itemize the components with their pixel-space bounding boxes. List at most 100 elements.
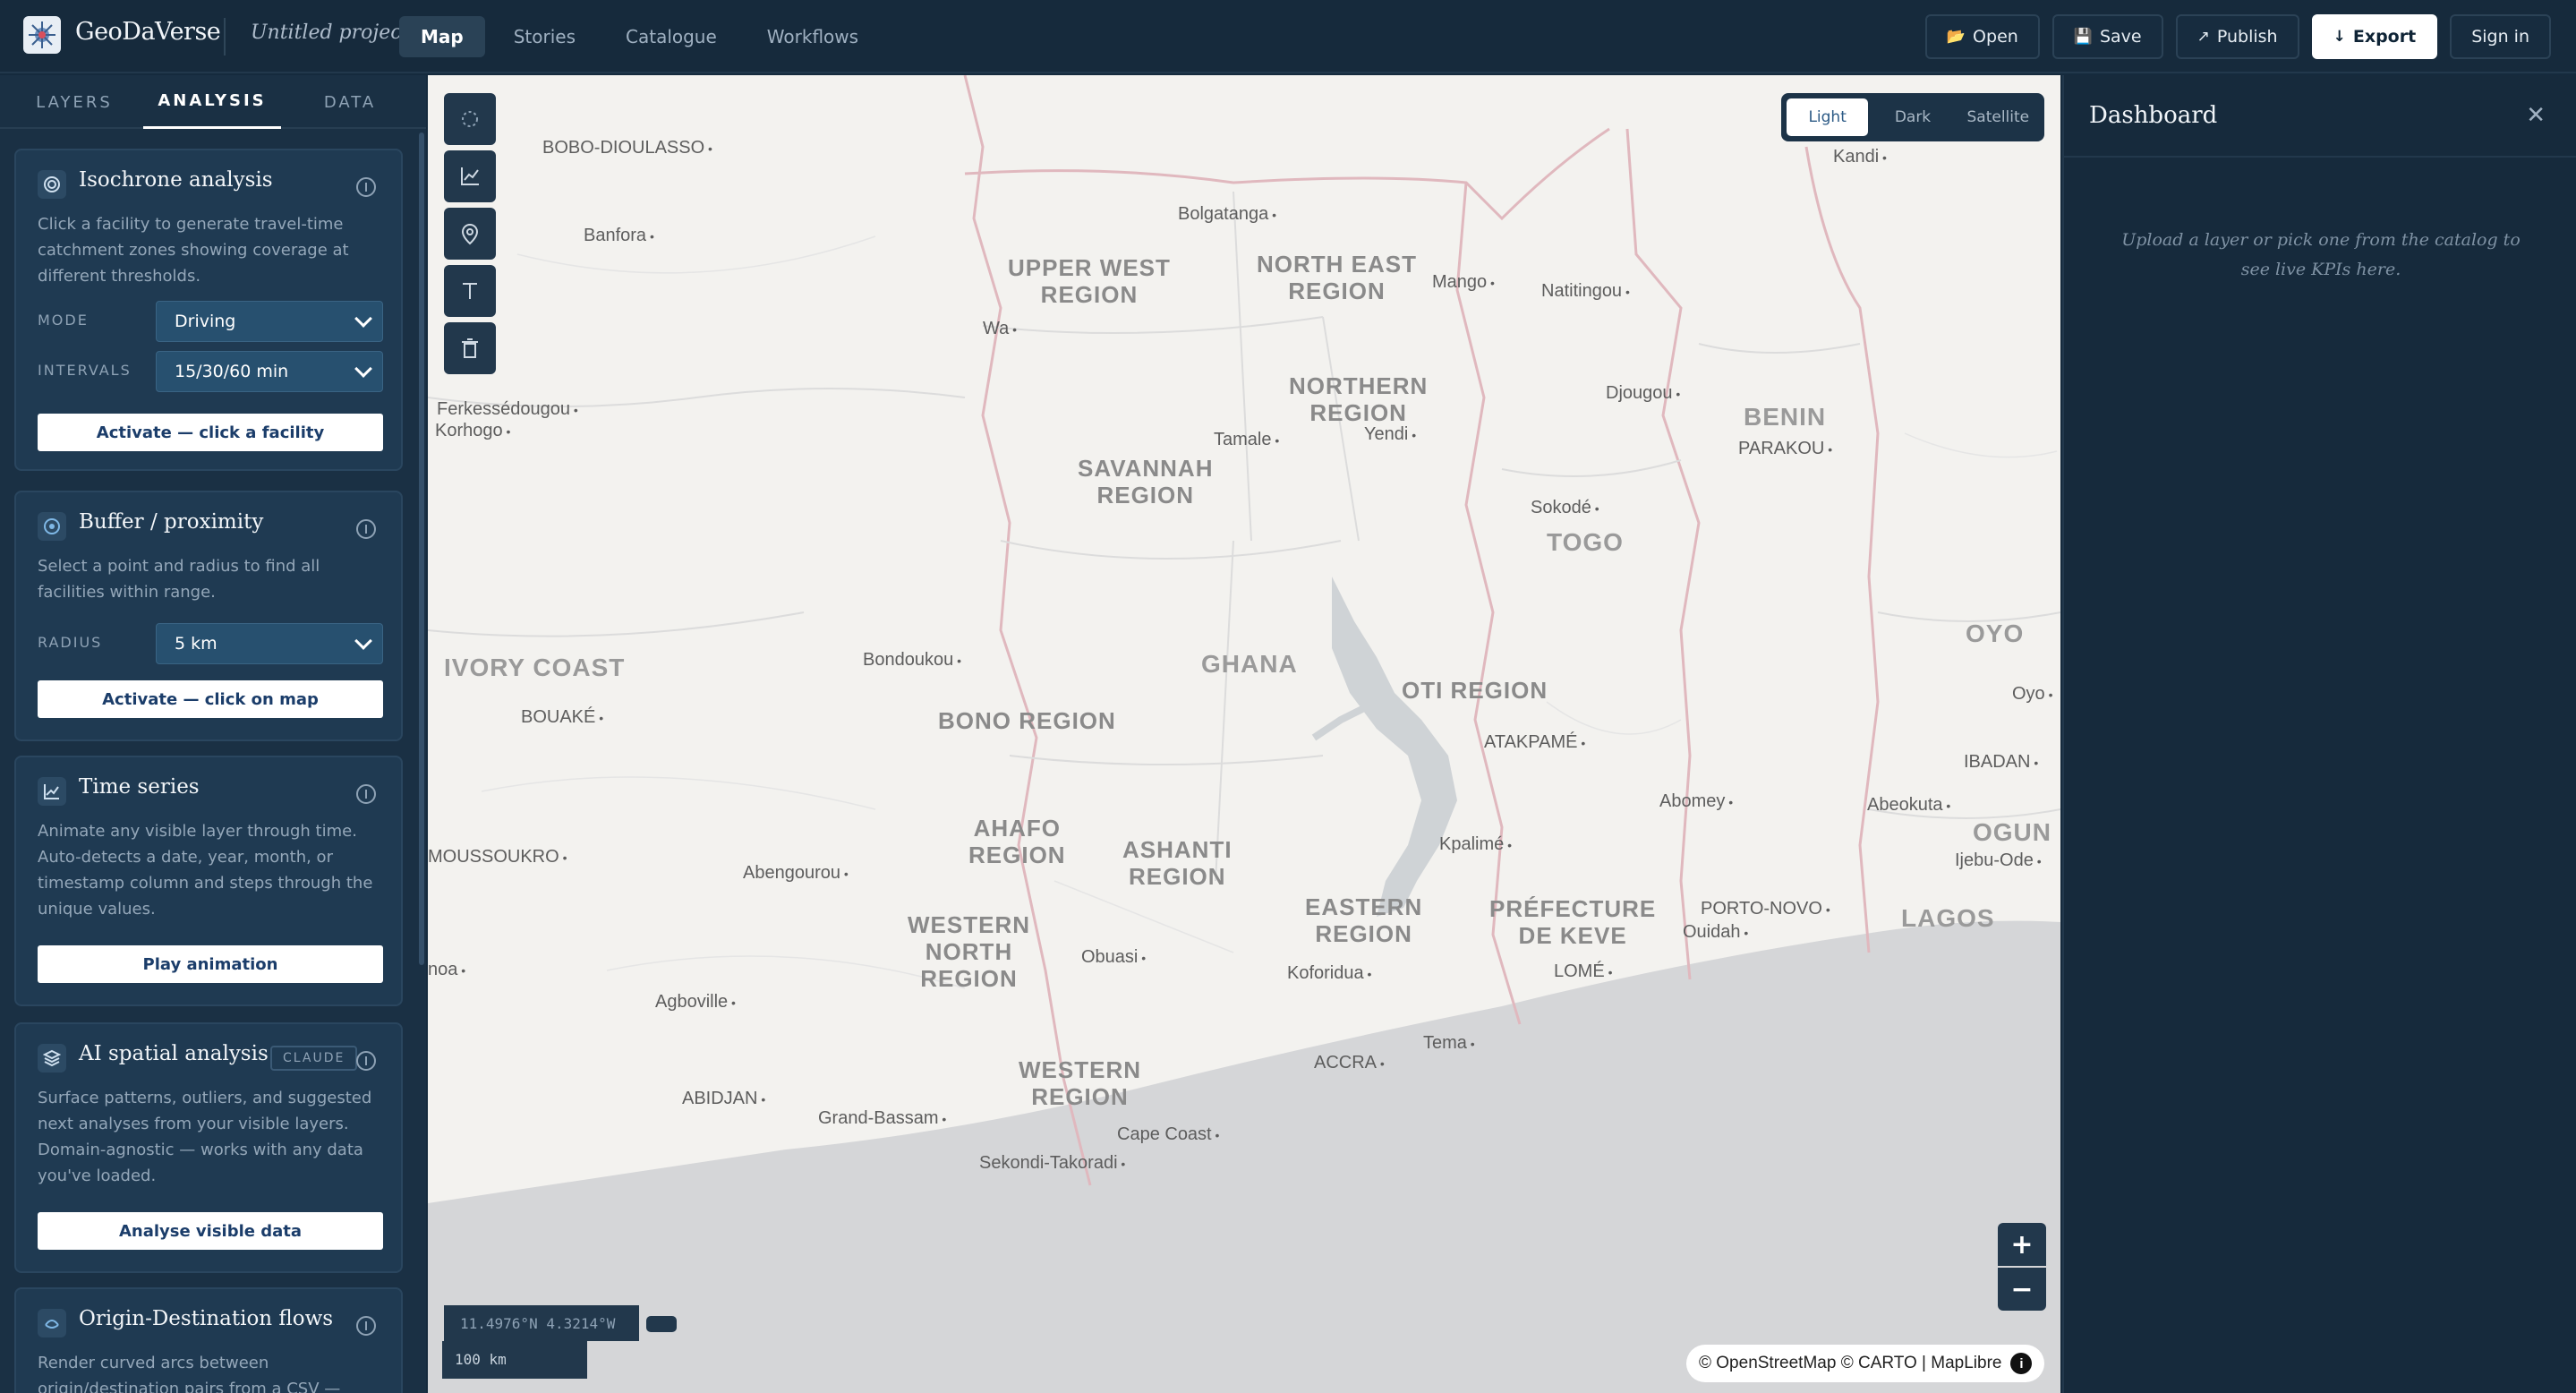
map-label: ATAKPAMÉ bbox=[1484, 732, 1585, 753]
chevron-down-icon bbox=[354, 632, 372, 650]
folder-icon: 📂 bbox=[1946, 28, 1966, 46]
project-title[interactable]: Untitled project bbox=[251, 21, 409, 44]
info-icon[interactable]: i bbox=[2010, 1353, 2033, 1374]
map-label: Agboville bbox=[655, 992, 736, 1013]
arc-icon bbox=[38, 1309, 66, 1337]
ai-analysis-card: AI spatial analysis CLAUDE Surface patte… bbox=[14, 1022, 403, 1273]
sign-in-button[interactable]: Sign in bbox=[2450, 14, 2551, 59]
basemap-layer bbox=[428, 75, 2060, 1393]
left-panel: LAYERS ANALYSIS DATA Isochrone analysis … bbox=[0, 75, 426, 1393]
dashboard-empty-state: Upload a layer or pick one from the cata… bbox=[2121, 230, 2521, 279]
app-name: GeoDaVerse bbox=[75, 18, 221, 46]
map-label: NORTHERN REGION bbox=[1289, 372, 1429, 426]
map-canvas[interactable]: BOBO-DIOULASSO Kandi Bolgatanga Banfora … bbox=[428, 75, 2060, 1393]
activate-isochrone-button[interactable]: Activate — click a facility bbox=[38, 414, 383, 451]
card-title: Origin-Destination flows bbox=[79, 1307, 334, 1330]
map-label: IVORY COAST bbox=[444, 654, 626, 681]
publish-button[interactable]: ↗ Publish bbox=[2175, 14, 2299, 59]
dashboard-panel: Dashboard ✕ Upload a layer or pick one f… bbox=[2062, 75, 2576, 1393]
basemap-satellite-option[interactable]: Satellite bbox=[1958, 98, 2039, 136]
basemap-light-option[interactable]: Light bbox=[1787, 98, 1869, 136]
main-nav: Map Stories Catalogue Workflows bbox=[399, 16, 880, 57]
map-label: Abengourou bbox=[743, 863, 849, 884]
isochrone-card: Isochrone analysis Click a facility to g… bbox=[14, 149, 403, 471]
map-label: Ouidah bbox=[1683, 922, 1748, 943]
map-label: IBADAN bbox=[1964, 752, 2038, 773]
app-logo[interactable] bbox=[23, 16, 61, 54]
map-label: PORTO-NOVO bbox=[1701, 899, 1830, 919]
nav-catalogue[interactable]: Catalogue bbox=[604, 16, 738, 57]
map-label: Koforidua bbox=[1287, 963, 1371, 984]
od-flows-card: Origin-Destination flows Render curved a… bbox=[14, 1287, 403, 1393]
activate-buffer-button[interactable]: Activate — click on map bbox=[38, 680, 383, 718]
header-actions: 📂 Open 💾 Save ↗ Publish ↓ Export Sign in bbox=[1924, 14, 2551, 59]
radius-select[interactable]: 5 km bbox=[156, 623, 383, 664]
chevron-down-icon bbox=[354, 360, 372, 378]
map-label: Oyo bbox=[2012, 684, 2052, 705]
map-label: ACCRA bbox=[1314, 1053, 1385, 1073]
delete-tool-button[interactable] bbox=[444, 322, 496, 374]
card-description: Select a point and radius to find all fa… bbox=[38, 557, 320, 602]
tab-analysis[interactable]: ANALYSIS bbox=[143, 75, 281, 129]
basemap-dark-option[interactable]: Dark bbox=[1872, 98, 1953, 136]
map-label: OYO bbox=[1966, 620, 2025, 647]
map-label: Tamale bbox=[1214, 430, 1279, 450]
map-label: MOUSSOUKRO bbox=[428, 847, 567, 867]
attribution-text[interactable]: © OpenStreetMap © CARTO | MapLibre bbox=[1699, 1354, 2001, 1373]
coordinate-toggle[interactable] bbox=[646, 1316, 677, 1332]
open-button[interactable]: 📂 Open bbox=[1924, 14, 2040, 59]
chart-icon bbox=[461, 167, 479, 185]
info-icon[interactable] bbox=[356, 1316, 376, 1336]
lasso-icon bbox=[462, 111, 478, 127]
save-button[interactable]: 💾 Save bbox=[2051, 14, 2163, 59]
map-label: GHANA bbox=[1201, 650, 1298, 678]
map-label: Sokodé bbox=[1531, 498, 1599, 518]
map-label: WESTERN REGION bbox=[1019, 1056, 1141, 1110]
layers-icon bbox=[38, 1044, 66, 1073]
mode-select[interactable]: Driving bbox=[156, 301, 383, 342]
text-tool-button[interactable] bbox=[444, 265, 496, 317]
map-label: WESTERN NORTH REGION bbox=[908, 911, 1030, 992]
panel-scrollbar[interactable] bbox=[419, 132, 424, 965]
zoom-out-button[interactable]: − bbox=[1998, 1268, 2046, 1311]
map-label: Bondoukou bbox=[863, 650, 961, 671]
nav-workflows[interactable]: Workflows bbox=[746, 16, 880, 57]
map-label: noa bbox=[428, 960, 465, 980]
scale-bar: 100 km bbox=[442, 1341, 587, 1379]
chart-tool-button[interactable] bbox=[444, 150, 496, 202]
tab-data[interactable]: DATA bbox=[281, 75, 419, 129]
analyse-data-button[interactable]: Analyse visible data bbox=[38, 1212, 383, 1250]
select-tool-button[interactable] bbox=[444, 93, 496, 145]
radius-label: RADIUS bbox=[38, 634, 103, 651]
map-label: Tema bbox=[1423, 1033, 1475, 1054]
play-animation-button[interactable]: Play animation bbox=[38, 945, 383, 983]
info-icon[interactable] bbox=[356, 784, 376, 804]
info-icon[interactable] bbox=[356, 519, 376, 539]
arrow-up-right-icon: ↗ bbox=[2196, 28, 2210, 46]
marker-tool-button[interactable] bbox=[444, 208, 496, 260]
info-icon[interactable] bbox=[356, 1051, 376, 1071]
map-label: SAVANNAH REGION bbox=[1078, 455, 1214, 508]
intervals-value: 15/30/60 min bbox=[175, 362, 289, 381]
trash-icon bbox=[462, 338, 478, 358]
intervals-select[interactable]: 15/30/60 min bbox=[156, 351, 383, 392]
tab-layers[interactable]: LAYERS bbox=[0, 75, 149, 129]
map-label: OGUN bbox=[1973, 818, 2051, 846]
map-label: Kpalimé bbox=[1439, 834, 1512, 855]
map-label: Mango bbox=[1432, 272, 1495, 293]
globe-logo-icon bbox=[29, 21, 55, 48]
close-icon[interactable]: ✕ bbox=[2526, 102, 2546, 129]
map-label: Sekondi-Takoradi bbox=[979, 1153, 1125, 1174]
card-title: AI spatial analysis bbox=[79, 1042, 269, 1065]
export-button[interactable]: ↓ Export bbox=[2311, 14, 2438, 59]
nav-stories[interactable]: Stories bbox=[492, 16, 597, 57]
map-label: Ijebu-Ode bbox=[1955, 850, 2042, 871]
nav-map[interactable]: Map bbox=[399, 16, 485, 57]
info-icon[interactable] bbox=[356, 177, 376, 197]
card-description: Render curved arcs between origin/destin… bbox=[38, 1354, 341, 1393]
zoom-in-button[interactable]: + bbox=[1998, 1223, 2046, 1266]
export-label: Export bbox=[2352, 27, 2417, 47]
map-label: NORTH EAST REGION bbox=[1257, 251, 1417, 304]
map-label: EASTERN REGION bbox=[1305, 893, 1423, 947]
arrow-down-icon: ↓ bbox=[2333, 28, 2346, 46]
